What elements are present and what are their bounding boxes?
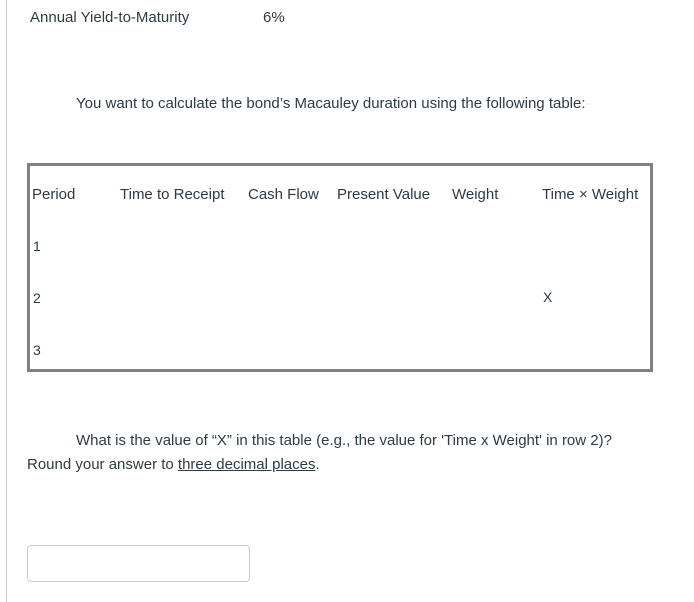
row-1-period: 1 <box>33 238 41 254</box>
duration-table: Period Time to Receipt Cash Flow Present… <box>27 163 653 372</box>
header-period: Period <box>32 186 76 203</box>
header-time-x-weight: Time × Weight <box>542 186 639 203</box>
header-cash-flow: Cash Flow <box>248 186 319 203</box>
question-line-2-prefix: Round your answer to <box>27 456 178 473</box>
header-time-to-receipt: Time to Receipt <box>120 186 225 203</box>
row-2-time-x-weight: X <box>543 289 553 305</box>
row-2-period: 2 <box>33 290 41 306</box>
ytm-label: Annual Yield-to-Maturity <box>30 9 190 26</box>
header-weight: Weight <box>452 186 499 203</box>
question-line-2-suffix: . <box>315 456 320 473</box>
content-left-border <box>6 0 7 602</box>
intro-text: You want to calculate the bond’s Macaule… <box>76 95 586 112</box>
header-present-value: Present Value <box>337 186 431 203</box>
answer-input[interactable] <box>27 545 250 582</box>
question-text: What is the value of “X” in this table (… <box>27 429 667 477</box>
ytm-value: 6% <box>263 9 285 26</box>
question-line-1: What is the value of “X” in this table (… <box>76 432 612 449</box>
rounding-link[interactable]: three decimal places <box>178 456 316 473</box>
row-3-period: 3 <box>33 342 41 358</box>
